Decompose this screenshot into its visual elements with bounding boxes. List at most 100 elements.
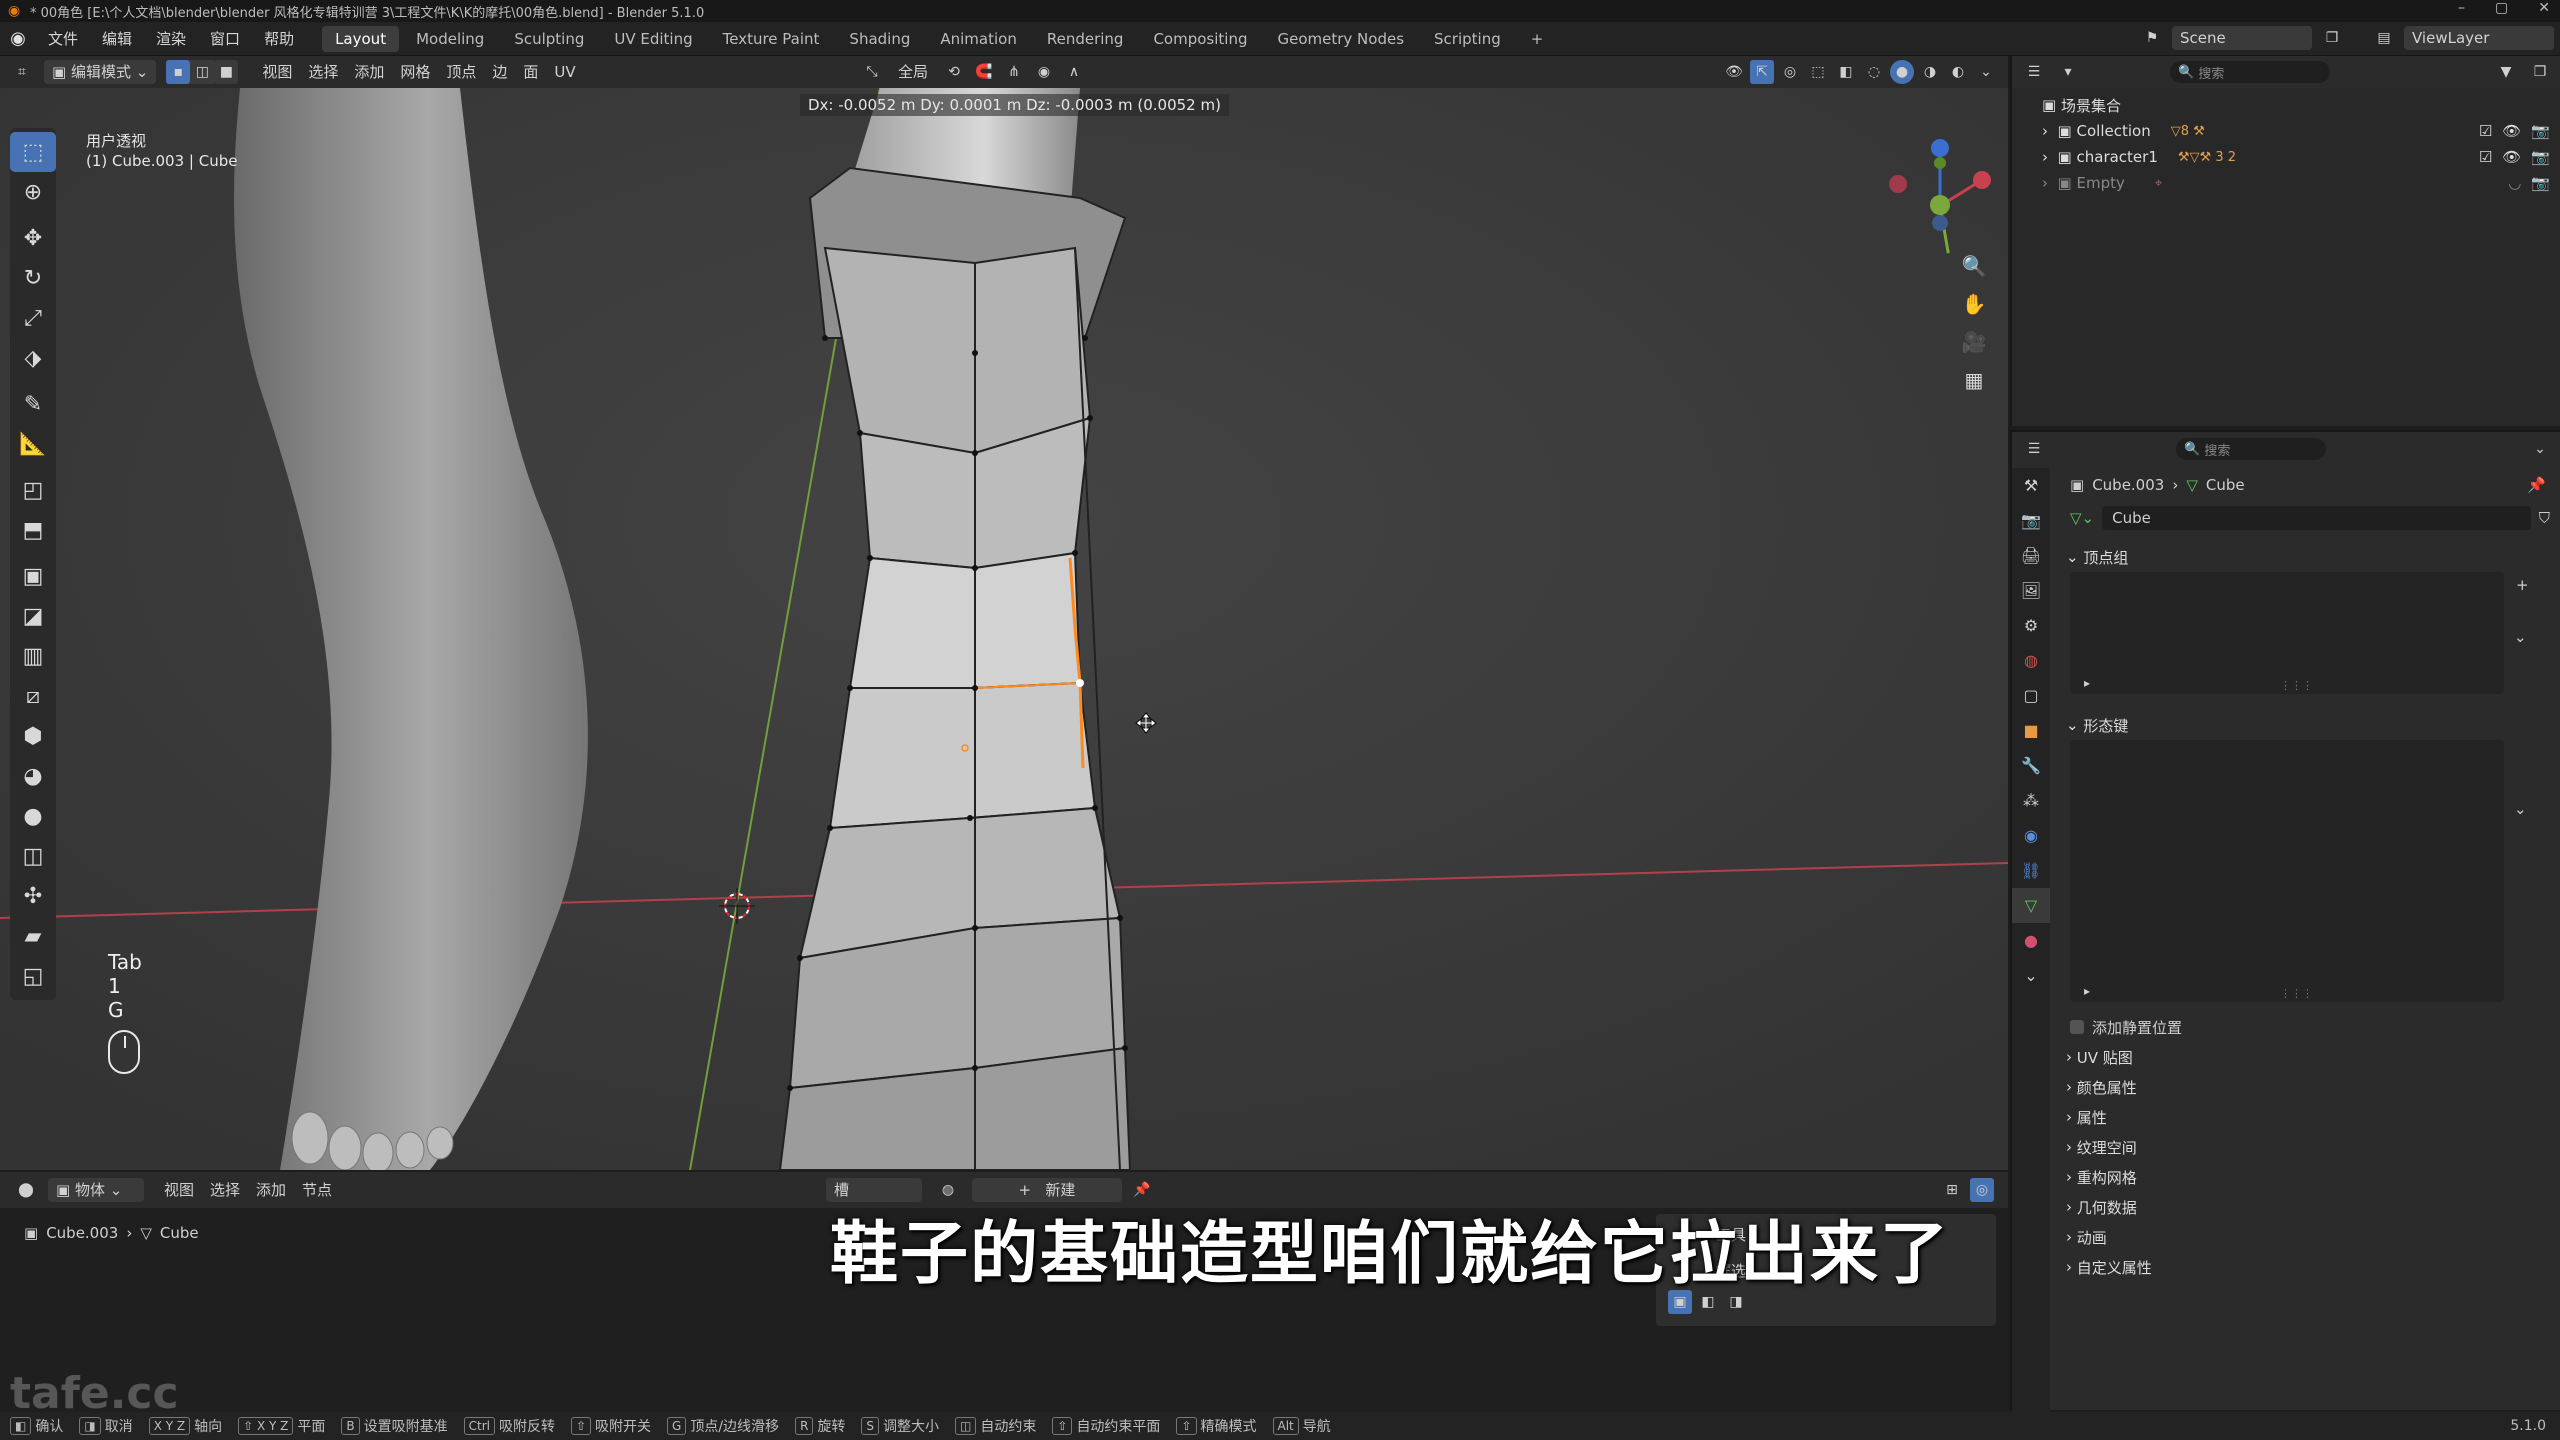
- exclude-checkbox[interactable]: ☑: [2479, 122, 2492, 140]
- eye-closed-icon[interactable]: ◡: [2508, 174, 2521, 192]
- outliner-row-empty[interactable]: › ▣ Empty ⌖ ◡ 📷: [2012, 170, 2560, 196]
- properties-search-input[interactable]: 🔍 搜索: [2176, 438, 2326, 460]
- measure-tool-icon[interactable]: 📐: [10, 424, 56, 464]
- knife-tool-icon[interactable]: ⧄: [10, 676, 56, 716]
- smooth-tool-icon[interactable]: ●: [10, 796, 56, 836]
- eye-icon[interactable]: 👁: [2502, 148, 2521, 166]
- menu-window[interactable]: 窗口: [198, 22, 252, 56]
- snap-icon[interactable]: 🧲: [972, 60, 996, 84]
- spin-tool-icon[interactable]: ◕: [10, 756, 56, 796]
- tab-scripting[interactable]: Scripting: [1421, 26, 1514, 52]
- attributes-panel-header[interactable]: › 属性: [2056, 1102, 2560, 1132]
- outliner-editor-icon[interactable]: ☰: [2022, 60, 2046, 84]
- node-editor-type-icon[interactable]: ⬤: [14, 1178, 38, 1202]
- rotate-tool-icon[interactable]: ↻: [10, 258, 56, 298]
- tab-uv-editing[interactable]: UV Editing: [601, 26, 705, 52]
- menu-edit[interactable]: 编辑: [90, 22, 144, 56]
- pin-icon[interactable]: 📌: [2527, 476, 2546, 494]
- add-cube-tool-icon[interactable]: ◰: [10, 470, 56, 510]
- vertex-groups-list[interactable]: ▸ ⋮⋮⋮: [2070, 572, 2504, 694]
- maximize-button[interactable]: ▢: [2495, 0, 2508, 22]
- filter-icon[interactable]: ▼: [2494, 60, 2518, 84]
- new-scene-icon[interactable]: ❐: [2320, 26, 2344, 50]
- vertex-group-menu-icon[interactable]: ⌄: [2514, 628, 2527, 646]
- visibility-icon[interactable]: 👁: [1722, 60, 1746, 84]
- color-attributes-panel-header[interactable]: › 颜色属性: [2056, 1072, 2560, 1102]
- menu-vertex[interactable]: 顶点: [438, 60, 484, 84]
- mode-selector[interactable]: ▣ 编辑模式 ⌄: [44, 60, 157, 84]
- vertex-groups-panel-header[interactable]: ⌄ 顶点组: [2056, 542, 2560, 572]
- transform-orientation-icon[interactable]: ⤡: [860, 60, 884, 84]
- wireframe-shading-icon[interactable]: ◌: [1862, 60, 1886, 84]
- physics-tab-icon[interactable]: ◉: [2012, 818, 2050, 853]
- perspective-grid-icon[interactable]: ▦: [1956, 362, 1992, 398]
- tab-layout[interactable]: Layout: [322, 25, 400, 52]
- rendered-shading-icon[interactable]: ◐: [1946, 60, 1970, 84]
- world-tab-icon[interactable]: ◍: [2012, 643, 2050, 678]
- menu-select[interactable]: 选择: [300, 60, 346, 84]
- node-menu-select[interactable]: 选择: [202, 1178, 248, 1202]
- tab-shading[interactable]: Shading: [836, 26, 923, 52]
- editor-type-icon[interactable]: ⌗: [10, 60, 34, 84]
- annotate-tool-icon[interactable]: ✎: [10, 384, 56, 424]
- 3d-viewport[interactable]: 用户透视 (1) Cube.003 | Cube Dx: -0.0052 m D…: [0, 88, 2008, 1170]
- bevel-tool-icon[interactable]: ◪: [10, 596, 56, 636]
- options-chevron-icon[interactable]: ⌄: [2528, 437, 2552, 461]
- node-menu-node[interactable]: 节点: [294, 1178, 340, 1202]
- display-mode-icon[interactable]: ▾: [2056, 60, 2080, 84]
- camera-icon[interactable]: 📷: [2531, 174, 2550, 192]
- constraints-tab-icon[interactable]: ⛓: [2012, 853, 2050, 888]
- add-workspace-button[interactable]: +: [1518, 26, 1557, 52]
- output-tab-icon[interactable]: 🖨: [2012, 538, 2050, 573]
- exclude-checkbox[interactable]: ☑: [2479, 148, 2492, 166]
- move-tool-icon[interactable]: ✥: [10, 218, 56, 258]
- menu-render[interactable]: 渲染: [144, 22, 198, 56]
- uv-maps-panel-header[interactable]: › UV 贴图: [2056, 1042, 2560, 1072]
- edge-slide-icon[interactable]: ◫: [10, 836, 56, 876]
- inset-faces-icon[interactable]: ▣: [10, 556, 56, 596]
- menu-mesh[interactable]: 网格: [392, 60, 438, 84]
- material-shading-icon[interactable]: ◑: [1918, 60, 1942, 84]
- add-rest-position-checkbox[interactable]: [2070, 1020, 2084, 1034]
- new-collection-icon[interactable]: ❐: [2528, 60, 2552, 84]
- viewlayer-selector[interactable]: ViewLayer: [2404, 26, 2554, 50]
- menu-add[interactable]: 添加: [346, 60, 392, 84]
- remesh-panel-header[interactable]: › 重构网格: [2056, 1162, 2560, 1192]
- xray-toggle-icon[interactable]: ◧: [1834, 60, 1858, 84]
- texture-space-panel-header[interactable]: › 纹理空间: [2056, 1132, 2560, 1162]
- animation-panel-header[interactable]: › 动画: [2056, 1222, 2560, 1252]
- modifier-tab-icon[interactable]: 🔧: [2012, 748, 2050, 783]
- overlay-toggle-icon[interactable]: ◎: [1970, 1178, 1994, 1202]
- node-menu-add[interactable]: 添加: [248, 1178, 294, 1202]
- pivot-point-icon[interactable]: ⟲: [942, 60, 966, 84]
- material-tab-icon[interactable]: ●: [2012, 923, 2050, 958]
- transform-orientation-selector[interactable]: 全局: [890, 60, 936, 84]
- tab-texture-paint[interactable]: Texture Paint: [710, 26, 833, 52]
- menu-face[interactable]: 面: [515, 60, 546, 84]
- loop-cut-icon[interactable]: ▥: [10, 636, 56, 676]
- close-button[interactable]: ✕: [2538, 0, 2550, 22]
- eye-icon[interactable]: 👁: [2502, 122, 2521, 140]
- fake-user-shield-icon[interactable]: ⛉: [2539, 509, 2550, 527]
- texture-tab-icon[interactable]: ⌄: [2012, 958, 2050, 993]
- list-expand-icon[interactable]: ▸: [2084, 676, 2090, 690]
- outliner-row-scene-collection[interactable]: ▣ 场景集合: [2012, 92, 2560, 118]
- snap-target-icon[interactable]: ⋔: [1002, 60, 1026, 84]
- scale-tool-icon[interactable]: ⤢: [10, 298, 56, 338]
- render-tab-icon[interactable]: 📷: [2012, 503, 2050, 538]
- data-tab-icon[interactable]: ▽: [2012, 888, 2050, 923]
- camera-icon[interactable]: 📷: [2531, 122, 2550, 140]
- add-vertex-group-button[interactable]: +: [2516, 576, 2529, 594]
- menu-file[interactable]: 文件: [36, 22, 90, 56]
- menu-view[interactable]: 视图: [254, 60, 300, 84]
- custom-properties-panel-header[interactable]: › 自定义属性: [2056, 1252, 2560, 1282]
- tab-compositing[interactable]: Compositing: [1140, 26, 1260, 52]
- transform-tool-icon[interactable]: ⬗: [10, 338, 56, 378]
- shrink-fatten-icon[interactable]: ✣: [10, 876, 56, 916]
- list-resize-handle-icon[interactable]: ⋮⋮⋮: [2280, 987, 2313, 1000]
- falloff-icon[interactable]: ∧: [1062, 60, 1086, 84]
- tab-sculpting[interactable]: Sculpting: [501, 26, 597, 52]
- shear-tool-icon[interactable]: ▰: [10, 916, 56, 956]
- shape-keys-panel-header[interactable]: ⌄ 形态键: [2056, 710, 2560, 740]
- extrude-region-icon[interactable]: ⬒: [10, 510, 56, 550]
